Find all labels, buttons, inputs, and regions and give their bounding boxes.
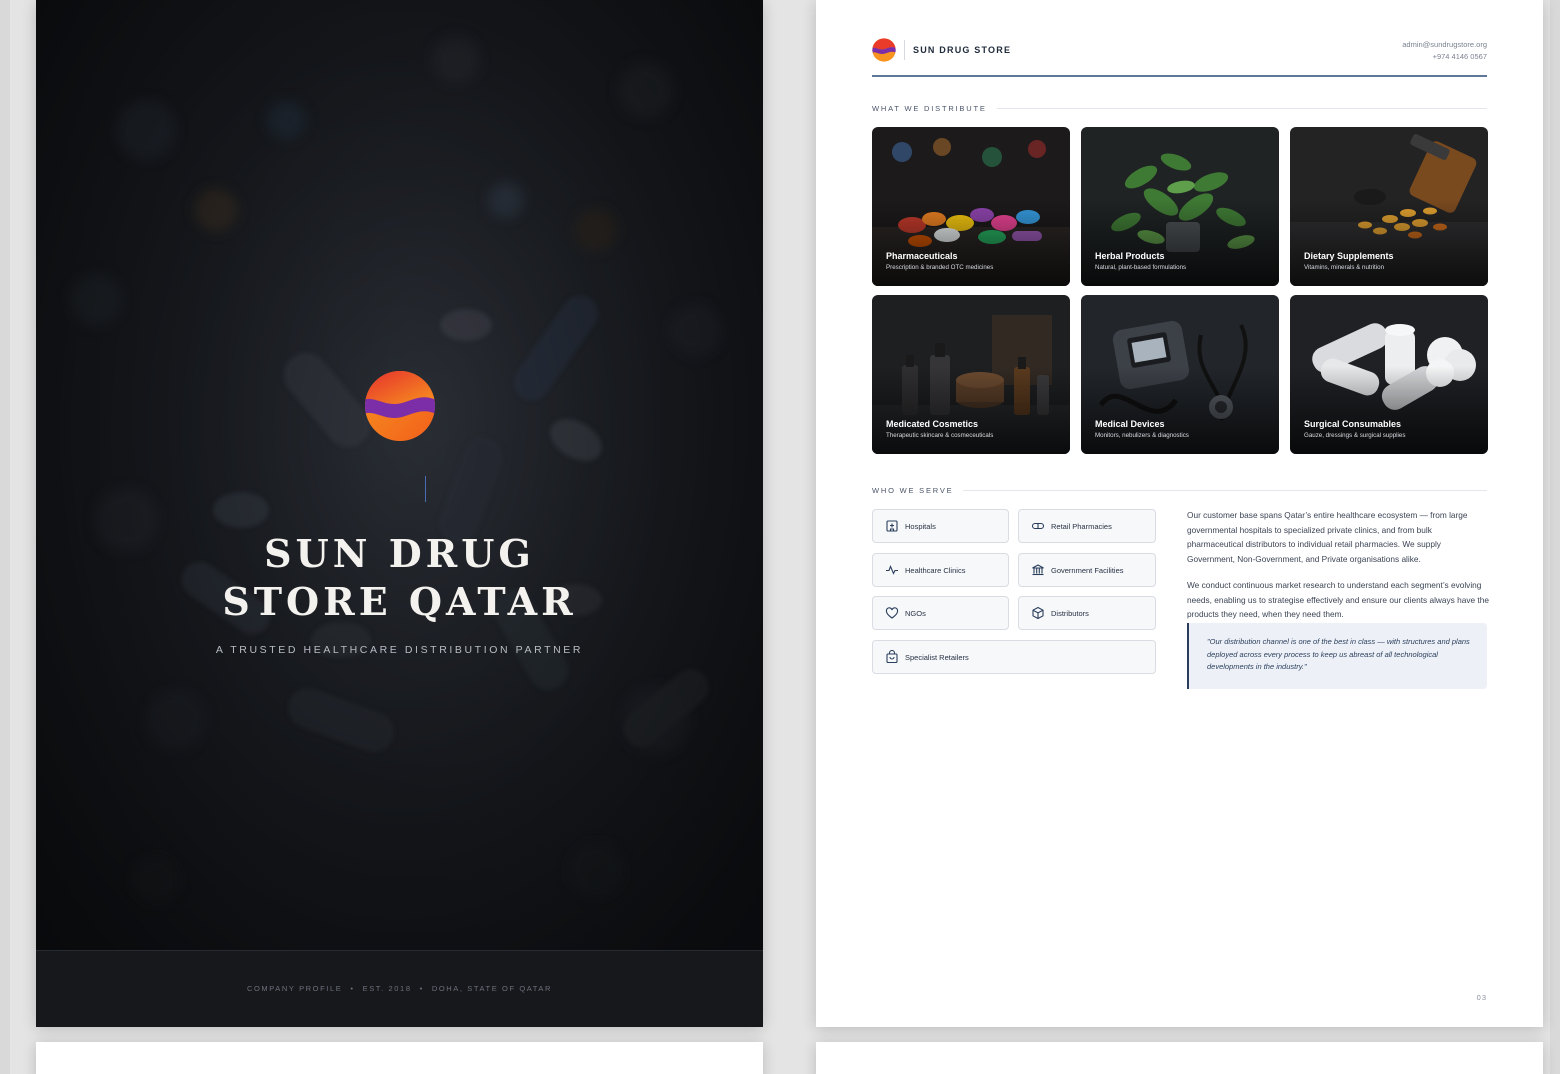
pill-icon [1031,519,1045,533]
tile-title: Medicated Cosmetics [886,419,979,429]
pulse-icon [885,563,899,577]
header-email[interactable]: admin@sundrugstore.org [1402,39,1487,51]
pill-background-image [36,0,763,1027]
header-contact: admin@sundrugstore.org +974 4146 0567 [1402,39,1487,63]
next-page-right [816,1042,1543,1074]
header-rule [872,75,1487,77]
tile-title: Herbal Products [1095,251,1165,261]
segment-chip-government-facilities: Government Facilities [1018,553,1156,587]
segment-chip-hospitals: Hospitals [872,509,1009,543]
product-tile-surgical-consumables: Surgical Consumables Gauze, dressings & … [1290,295,1488,454]
product-tile-dietary-supplements: Dietary Supplements Vitamins, minerals &… [1290,127,1488,286]
cover-page: SUN DRUG STORE QATAR A TRUSTED HEALTHCAR… [36,0,763,1027]
product-tile-pharmaceuticals: Pharmaceuticals Prescription & branded O… [872,127,1070,286]
tile-subtitle: Vitamins, minerals & nutrition [1304,264,1385,271]
document-viewer[interactable]: SUN DRUG STORE QATAR A TRUSTED HEALTHCAR… [10,0,1550,1074]
product-tile-herbal-products: Herbal Products Natural, plant-based for… [1081,127,1279,286]
product-tile-medical-devices: Medical Devices Monitors, nebulizers & d… [1081,295,1279,454]
header-phone[interactable]: +974 4146 0567 [1402,51,1487,63]
header-brand-name: SUN DRUG STORE [913,45,1012,55]
cover-footer: COMPANY PROFILE • EST. 2018 • DOHA, STATE OF… [246,984,553,993]
segment-chip-distributors: Distributors [1018,596,1156,630]
tile-subtitle: Gauze, dressings & surgical supplies [1304,432,1406,439]
tile-title: Medical Devices [1095,419,1165,429]
tile-subtitle: Natural, plant-based formulations [1095,264,1187,271]
page-number: 03 [1476,993,1487,1002]
cover-divider [425,476,426,502]
heart-icon [885,606,899,620]
hospital-icon [885,519,899,533]
serve-paragraph-1: Our customer base spans Qatar’s entire h… [1187,510,1468,564]
tile-subtitle: Prescription & branded OTC medicines [886,264,994,271]
tile-title: Dietary Supplements [1304,251,1394,261]
shopping-bag-icon [885,650,899,664]
tile-title: Pharmaceuticals [886,251,958,261]
tile-title: Surgical Consumables [1304,419,1402,429]
section-label-serve: WHO WE SERVE [872,486,1487,495]
cover-title: SUN DRUG STORE QATAR [222,531,577,624]
content-page: SUN DRUG STORE admin@sundrugstore.org +9… [816,0,1543,1027]
cover-subtitle: A TRUSTED HEALTHCARE DISTRIBUTION PARTNE… [215,644,584,656]
serve-quote: "Our distribution channel is one of the … [1187,623,1487,689]
product-tile-medicated-cosmetics: Medicated Cosmetics Therapeutic skincare… [872,295,1070,454]
sun-logo-icon [872,38,896,62]
sun-logo-icon [365,371,435,441]
box-icon [1031,606,1045,620]
header-separator [904,40,905,60]
segment-chip-specialist-retailers: Specialist Retailers [872,640,1156,674]
next-page-left [36,1042,763,1074]
building-columns-icon [1031,563,1045,577]
tile-subtitle: Monitors, nebulizers & diagnostics [1095,432,1189,439]
section-label-distribute: WHAT WE DISTRIBUTE [872,104,1487,113]
segment-chip-ngos: NGOs [872,596,1009,630]
segment-chip-retail-pharmacies: Retail Pharmacies [1018,509,1156,543]
serve-paragraph-2: We conduct continuous market research to… [1187,580,1489,620]
tile-subtitle: Therapeutic skincare & cosmeceuticals [886,432,994,439]
segment-chip-healthcare-clinics: Healthcare Clinics [872,553,1009,587]
